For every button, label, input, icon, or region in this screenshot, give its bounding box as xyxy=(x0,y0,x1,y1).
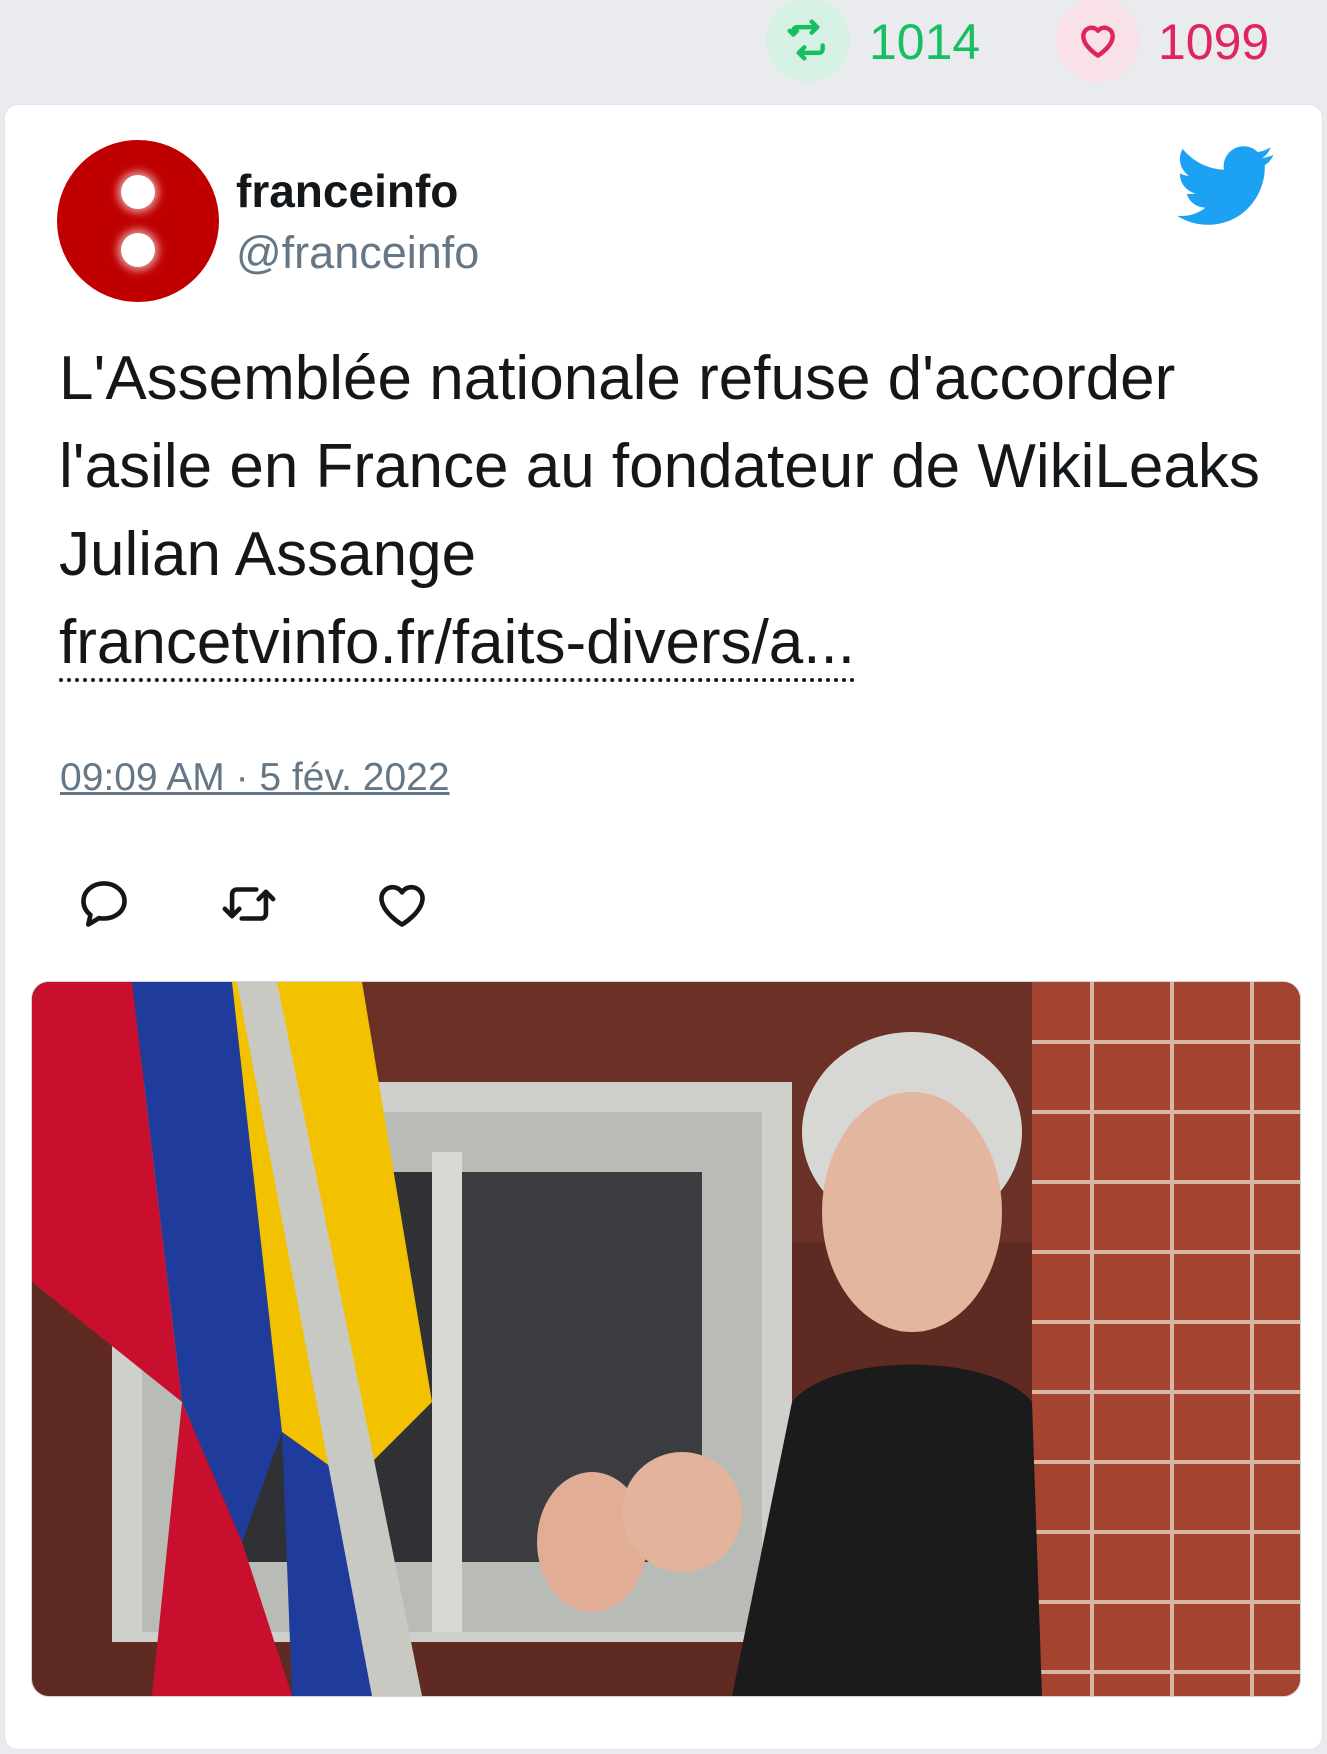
like-count: 1099 xyxy=(1158,14,1270,70)
engagement-stats: 1014 1099 xyxy=(0,0,1327,92)
avatar[interactable] xyxy=(57,140,219,302)
author-display-name[interactable]: franceinfo xyxy=(236,165,458,217)
tweet-text: L'Assemblée nationale refuse d'accorder … xyxy=(59,344,1260,589)
reply-icon[interactable] xyxy=(75,875,133,933)
author-handle[interactable]: @franceinfo xyxy=(236,227,479,279)
tweet-photo[interactable] xyxy=(31,981,1301,1697)
logo-dot-bottom xyxy=(121,233,155,267)
twitter-bird-icon[interactable] xyxy=(1177,145,1275,227)
retweet-count: 1014 xyxy=(869,14,981,70)
tweet-timestamp[interactable]: 09:09 AM · 5 fév. 2022 xyxy=(60,755,450,801)
retweet-icon[interactable] xyxy=(766,0,850,82)
photo-image xyxy=(32,982,1300,1696)
tweet-text-block: L'Assemblée nationale refuse d'accorder … xyxy=(59,335,1289,687)
tweet-card: franceinfo @franceinfo L'Assemblée natio… xyxy=(4,104,1323,1750)
tweet-link[interactable]: francetvinfo.fr/faits-divers/a... xyxy=(59,608,855,682)
logo-dot-top xyxy=(121,175,155,209)
heart-icon[interactable] xyxy=(1056,0,1140,82)
heart-icon[interactable] xyxy=(373,875,431,933)
retweet-icon[interactable] xyxy=(220,875,278,933)
